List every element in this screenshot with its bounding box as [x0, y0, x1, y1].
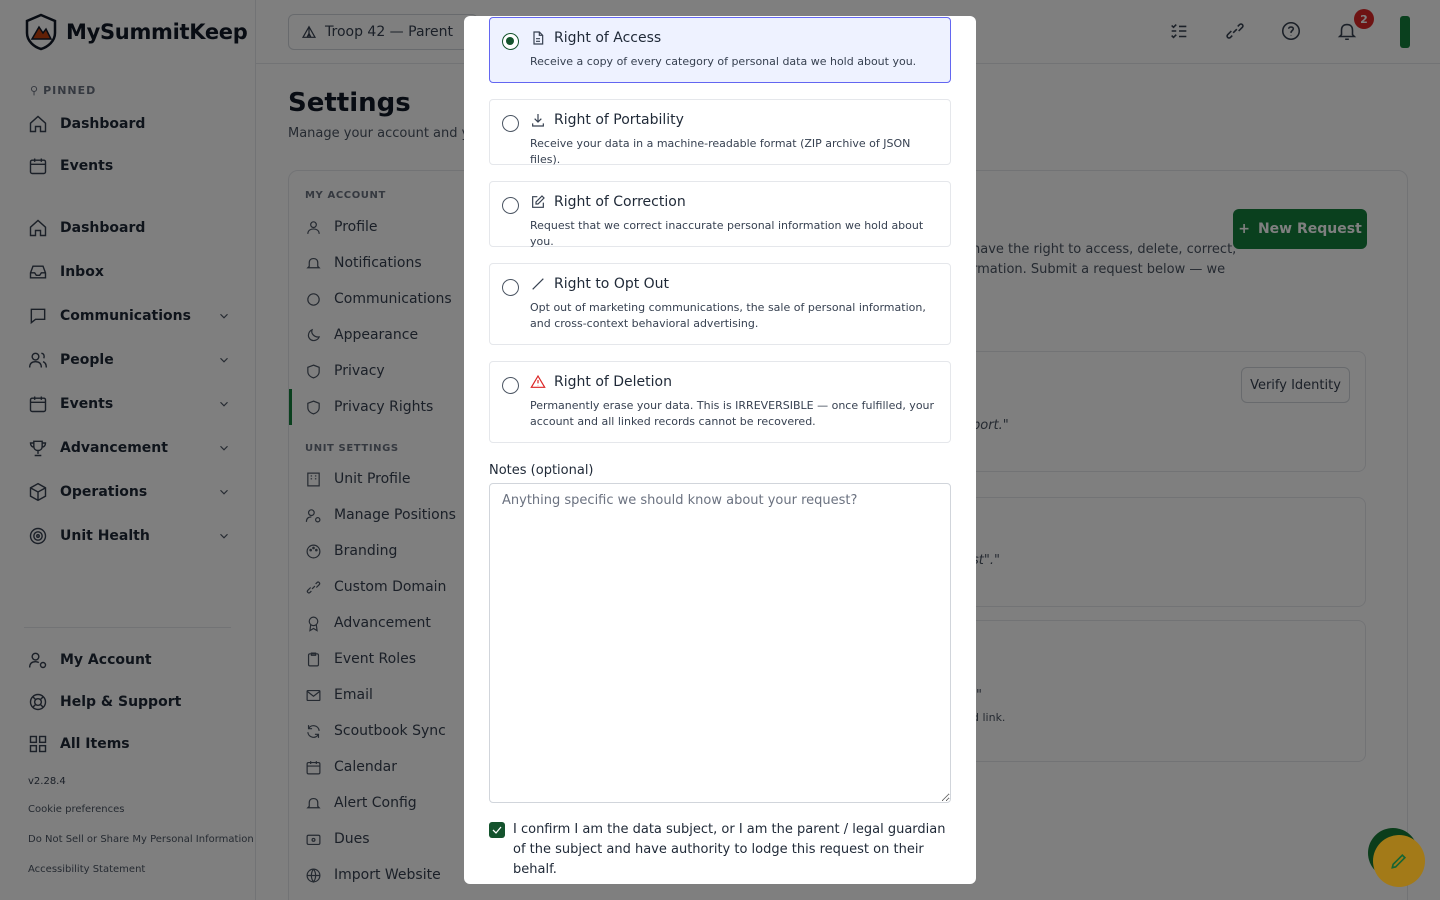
- option-title: Right of Portability: [554, 112, 684, 128]
- slash-icon: [532, 278, 544, 290]
- notes-label: Notes (optional): [489, 463, 594, 478]
- confirm-text: I confirm I am the data subject, or I am…: [513, 822, 946, 877]
- privacy-request-modal: Right of Access Receive a copy of every …: [464, 16, 976, 884]
- radio-right-of-deletion[interactable]: [502, 377, 519, 394]
- radio-right-to-opt-out[interactable]: [502, 279, 519, 296]
- warning-icon: [530, 374, 546, 388]
- confirm-checkbox[interactable]: [489, 822, 505, 838]
- download-icon: [532, 114, 544, 127]
- option-title: Right of Correction: [554, 194, 686, 210]
- option-title: Right of Access: [554, 30, 662, 46]
- check-icon: [492, 826, 502, 834]
- confirm-authority: I confirm I am the data subject, or I am…: [489, 820, 951, 880]
- option-title: Right of Deletion: [554, 374, 672, 390]
- radio-right-of-correction[interactable]: [502, 197, 519, 214]
- edit-icon: [532, 195, 545, 208]
- option-description: Opt out of marketing communications, the…: [530, 301, 926, 330]
- option-right-of-deletion[interactable]: Right of Deletion Permanently erase your…: [489, 361, 951, 443]
- radio-right-of-access[interactable]: [502, 33, 519, 50]
- option-right-to-opt-out[interactable]: Right to Opt Out Opt out of marketing co…: [489, 263, 951, 345]
- option-right-of-portability[interactable]: Right of Portability Receive your data i…: [489, 99, 951, 166]
- notes-textarea[interactable]: [489, 483, 951, 803]
- option-right-of-access[interactable]: Right of Access Receive a copy of every …: [489, 17, 951, 83]
- option-description: Receive your data in a machine-readable …: [530, 137, 911, 166]
- radio-right-of-portability[interactable]: [502, 115, 519, 132]
- floating-edit-button[interactable]: [1373, 835, 1425, 887]
- option-description: Receive a copy of every category of pers…: [530, 55, 917, 68]
- document-icon: [533, 31, 544, 45]
- option-description: Request that we correct inaccurate perso…: [530, 219, 924, 248]
- option-title: Right to Opt Out: [554, 276, 670, 292]
- pencil-icon: [1391, 853, 1407, 869]
- option-right-of-correction[interactable]: Right of Correction Request that we corr…: [489, 181, 951, 248]
- option-description: Permanently erase your data. This is IRR…: [530, 399, 935, 428]
